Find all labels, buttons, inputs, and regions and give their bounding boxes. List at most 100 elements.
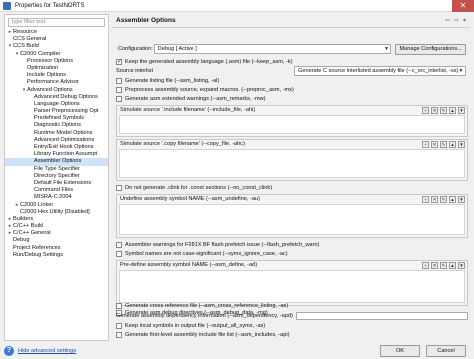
tree-item[interactable]: Library Function Assumpt bbox=[5, 151, 108, 158]
tree-item[interactable]: Diagnostic Options bbox=[5, 122, 108, 129]
tree-item[interactable]: CCS General bbox=[5, 36, 108, 43]
flash-prefetch-checkbox[interactable] bbox=[116, 242, 122, 248]
tree-item[interactable]: Advanced Debug Options bbox=[5, 94, 108, 101]
delete-icon[interactable]: ✕ bbox=[431, 107, 438, 114]
delete-icon[interactable]: ✕ bbox=[431, 262, 438, 269]
output-all-syms-option[interactable]: Keep local symbols in output file (--out… bbox=[116, 322, 468, 330]
gen-listing-checkbox[interactable] bbox=[116, 78, 122, 84]
tree-item[interactable]: Processor Options bbox=[5, 58, 108, 65]
tree-item[interactable]: Run/Debug Settings bbox=[5, 252, 108, 259]
tree-item[interactable]: ▸ Builders bbox=[5, 216, 108, 223]
gen-listing-label: Generate listing file (--asm_listing, -a… bbox=[125, 78, 220, 84]
move-down-icon[interactable]: ▼ bbox=[458, 262, 465, 269]
forward-arrow-icon[interactable]: ⇨ bbox=[454, 17, 459, 24]
tree-item[interactable]: Default File Extensions bbox=[5, 180, 108, 187]
window-title: Properties for TestNORTS bbox=[15, 2, 85, 9]
edit-icon[interactable]: ✎ bbox=[440, 141, 447, 148]
asm-dependency-input[interactable] bbox=[295, 312, 468, 320]
move-down-icon[interactable]: ▼ bbox=[458, 141, 465, 148]
syms-ignore-case-option[interactable]: Symbol names are not case-significant (-… bbox=[116, 250, 468, 258]
preproc-asm-checkbox[interactable] bbox=[116, 87, 122, 93]
preproc-asm-option[interactable]: Preprocess assembly source, expand macro… bbox=[116, 86, 468, 94]
add-icon[interactable]: + bbox=[422, 107, 429, 114]
tree-item[interactable]: C2000 Hex Utility [Disabled] bbox=[5, 209, 108, 216]
tree-item[interactable]: ▾ CCS Build bbox=[5, 43, 108, 50]
asm-includes-checkbox[interactable] bbox=[116, 332, 122, 338]
source-interlist-value: Generate C source interlisted assembly f… bbox=[298, 68, 459, 74]
move-down-icon[interactable]: ▼ bbox=[458, 196, 465, 203]
tree-item[interactable]: File Type Specifier bbox=[5, 166, 108, 173]
hide-advanced-settings-link[interactable]: Hide advanced settings bbox=[18, 348, 76, 354]
keep-asm-checkbox[interactable] bbox=[116, 58, 122, 65]
gen-listing-option[interactable]: Generate listing file (--asm_listing, -a… bbox=[116, 77, 468, 85]
flash-prefetch-label: Assembler warnings for F281X BF flash pr… bbox=[125, 242, 320, 248]
close-button[interactable]: ✕ bbox=[452, 0, 474, 12]
tree-item-label: Advanced Optimizations bbox=[34, 136, 95, 143]
copy-file-list[interactable] bbox=[119, 149, 465, 178]
asm-dependency-label: Generate assembly dependency information… bbox=[116, 313, 293, 319]
tree-item[interactable]: MISRA-C:2004 bbox=[5, 194, 108, 201]
output-all-syms-checkbox[interactable] bbox=[116, 323, 122, 329]
keep-asm-option[interactable]: Keep the generated assembly language (.a… bbox=[116, 58, 468, 66]
edit-icon[interactable]: ✎ bbox=[440, 107, 447, 114]
move-up-icon[interactable]: ▲ bbox=[449, 262, 456, 269]
cross-ref-checkbox[interactable] bbox=[116, 303, 122, 309]
tree-item[interactable]: Optimization bbox=[5, 65, 108, 72]
asm-includes-option[interactable]: Generate first-level assembly include fi… bbox=[116, 331, 468, 339]
tree-item[interactable]: Performance Advisor bbox=[5, 79, 108, 86]
asm-remarks-option[interactable]: Generate asm extended warnings (--asm_re… bbox=[116, 95, 468, 103]
source-interlist-select[interactable]: Generate C source interlisted assembly f… bbox=[294, 66, 466, 76]
help-icon[interactable]: ? bbox=[4, 346, 14, 356]
tree-item[interactable]: Entry/Exit Hook Options bbox=[5, 144, 108, 151]
asm-define-label: Pre-define assembly symbol NAME (--asm_d… bbox=[120, 262, 258, 268]
tree-item[interactable]: ▸ C2000 Linker bbox=[5, 202, 108, 209]
no-const-clink-option[interactable]: Do not generate .clink for .const sectio… bbox=[116, 184, 468, 192]
tree-item-label: Include Options bbox=[27, 72, 66, 79]
delete-icon[interactable]: ✕ bbox=[431, 196, 438, 203]
configuration-select[interactable]: Debug [ Active ] ▼ bbox=[153, 44, 392, 54]
tree-item[interactable]: ▾ C2000 Compiler bbox=[5, 51, 108, 58]
view-menu-icon[interactable]: ▾ bbox=[463, 17, 466, 24]
tree-item[interactable]: Advanced Optimizations bbox=[5, 137, 108, 144]
back-arrow-icon[interactable]: ⇦ bbox=[445, 17, 450, 24]
add-icon[interactable]: + bbox=[422, 196, 429, 203]
asm-remarks-checkbox[interactable] bbox=[116, 96, 122, 102]
edit-icon[interactable]: ✎ bbox=[440, 262, 447, 269]
cancel-button[interactable]: Cancel bbox=[426, 345, 466, 357]
include-file-list[interactable] bbox=[119, 115, 465, 134]
tree-item[interactable]: Assembler Options bbox=[5, 158, 108, 166]
tree-item[interactable]: Runtime Model Options bbox=[5, 130, 108, 137]
ok-button[interactable]: OK bbox=[380, 345, 420, 357]
tree-item[interactable]: ▾ Advanced Options bbox=[5, 87, 108, 94]
move-down-icon[interactable]: ▼ bbox=[458, 107, 465, 114]
syms-ignore-case-checkbox[interactable] bbox=[116, 251, 122, 257]
asm-define-list[interactable] bbox=[119, 270, 465, 303]
tree-item[interactable]: Include Options bbox=[5, 72, 108, 79]
cross-ref-option[interactable]: Generate cross reference file (--asm_cro… bbox=[116, 302, 468, 310]
tree-item[interactable]: Directory Specifier bbox=[5, 173, 108, 180]
tree-item[interactable]: ▸ Resource bbox=[5, 29, 108, 36]
tree-item[interactable]: Predefined Symbols bbox=[5, 115, 108, 122]
asm-undefine-list[interactable] bbox=[119, 204, 465, 235]
tree-item[interactable]: ▸ C/C++ General bbox=[5, 230, 108, 237]
tree-item[interactable]: Project References bbox=[5, 245, 108, 252]
delete-icon[interactable]: ✕ bbox=[431, 141, 438, 148]
flash-prefetch-option[interactable]: Assembler warnings for F281X BF flash pr… bbox=[116, 241, 468, 249]
edit-icon[interactable]: ✎ bbox=[440, 196, 447, 203]
tree-item-label: Predefined Symbols bbox=[34, 115, 85, 122]
add-icon[interactable]: + bbox=[422, 141, 429, 148]
filter-input[interactable]: type filter text bbox=[8, 18, 105, 27]
no-const-clink-label: Do not generate .clink for .const sectio… bbox=[125, 185, 273, 191]
tree-item-label: Directory Specifier bbox=[34, 172, 80, 179]
tree-item[interactable]: Language Options bbox=[5, 101, 108, 108]
tree-item[interactable]: Debug bbox=[5, 237, 108, 244]
tree-item[interactable]: Command Files bbox=[5, 187, 108, 194]
manage-configurations-button[interactable]: Manage Configurations... bbox=[395, 43, 466, 55]
tree-item[interactable]: ▸ C/C++ Build bbox=[5, 223, 108, 230]
tree-item[interactable]: Parser Preprocessing Opt bbox=[5, 108, 108, 115]
move-up-icon[interactable]: ▲ bbox=[449, 196, 456, 203]
no-const-clink-checkbox[interactable] bbox=[116, 185, 122, 191]
move-up-icon[interactable]: ▲ bbox=[449, 107, 456, 114]
add-icon[interactable]: + bbox=[422, 262, 429, 269]
move-up-icon[interactable]: ▲ bbox=[449, 141, 456, 148]
